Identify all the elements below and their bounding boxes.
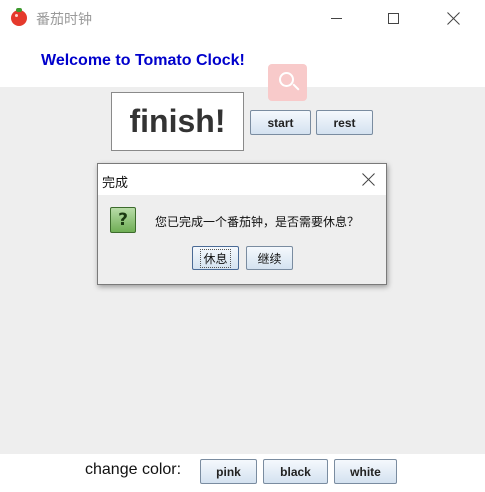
finish-dialog: 完成 ? 您已完成一个番茄钟，是否需要休息？ 休息 继续 xyxy=(97,163,387,285)
header-panel: Welcome to Tomato Clock! xyxy=(0,36,485,87)
search-handle xyxy=(292,83,300,91)
timer-display: finish! xyxy=(111,92,244,151)
question-icon: ? xyxy=(110,207,136,233)
window-titlebar: 番茄时钟 xyxy=(0,0,485,36)
start-button[interactable]: start xyxy=(250,110,311,135)
black-color-button[interactable]: black xyxy=(263,459,328,484)
dialog-rest-button[interactable]: 休息 xyxy=(192,246,239,270)
dialog-titlebar: 完成 xyxy=(98,164,386,195)
search-icon[interactable] xyxy=(268,64,307,101)
change-color-label: change color: xyxy=(85,461,182,478)
tomato-icon xyxy=(11,8,27,26)
welcome-text: Welcome to Tomato Clock! xyxy=(41,52,245,69)
white-color-button[interactable]: white xyxy=(334,459,397,484)
maximize-icon xyxy=(387,12,399,24)
close-icon xyxy=(362,173,375,186)
close-icon xyxy=(447,12,460,25)
dialog-rest-label: 休息 xyxy=(200,248,231,268)
dialog-title: 完成 xyxy=(102,176,129,191)
dialog-message: 您已完成一个番茄钟，是否需要休息？ xyxy=(155,215,360,229)
pink-color-button[interactable]: pink xyxy=(200,459,257,484)
minimize-button[interactable] xyxy=(313,0,359,36)
dialog-close-button[interactable] xyxy=(350,164,386,195)
maximize-button[interactable] xyxy=(370,0,416,36)
footer-panel: change color: pink black white xyxy=(0,454,485,492)
dialog-continue-button[interactable]: 继续 xyxy=(246,246,293,270)
window-title: 番茄时钟 xyxy=(36,12,92,28)
minimize-icon xyxy=(330,17,342,19)
close-button[interactable] xyxy=(430,0,476,36)
rest-button[interactable]: rest xyxy=(316,110,373,135)
